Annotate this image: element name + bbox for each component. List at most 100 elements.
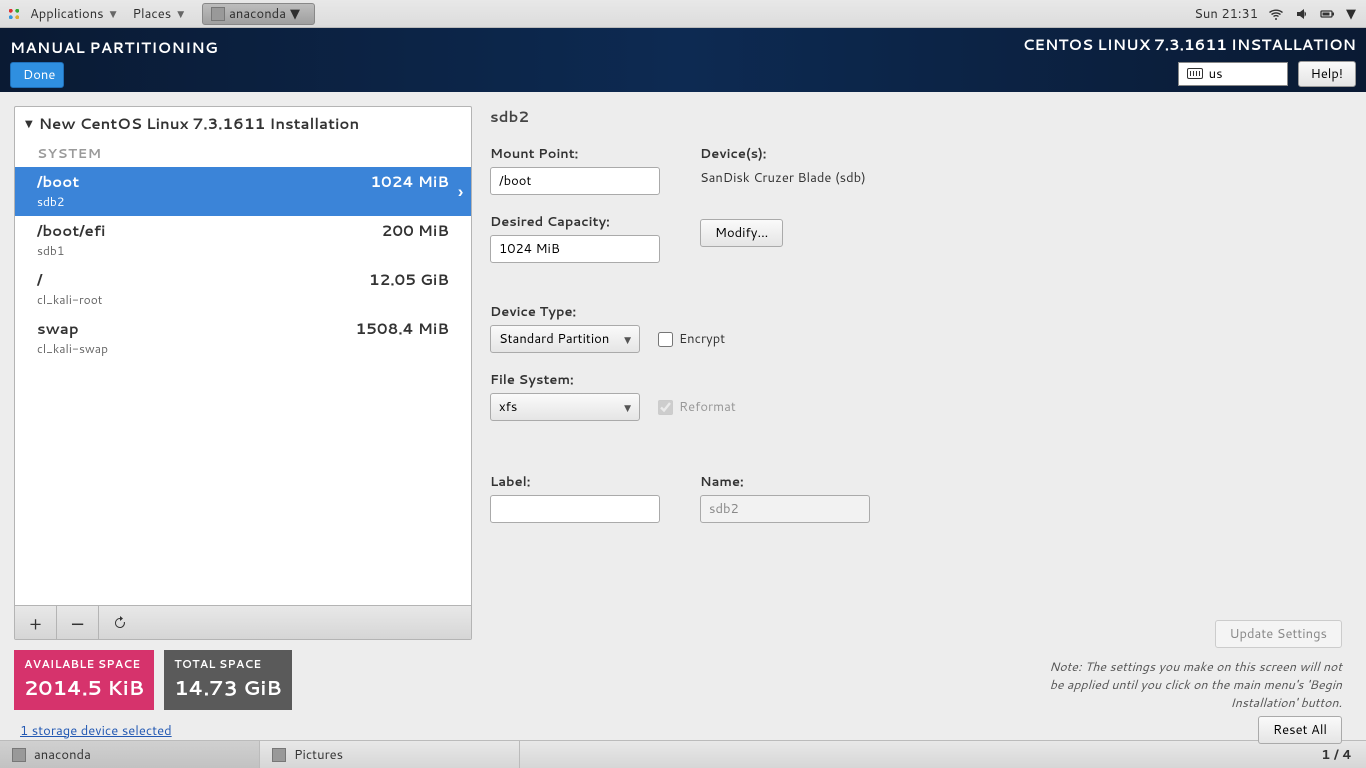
partition-detail-pane: sdb2 Mount Point: Desired Capacity: Devi…	[490, 106, 1352, 740]
partition-size: 1508.4 MiB	[355, 318, 449, 339]
install-title: CENTOS LINUX 7.3.1611 INSTALLATION	[1023, 34, 1356, 55]
clock[interactable]: Sun 21:31	[1194, 5, 1258, 23]
keyboard-icon	[1187, 68, 1203, 79]
reset-all-button[interactable]: Reset All	[1258, 716, 1342, 744]
volume-icon[interactable]	[1294, 6, 1310, 22]
partition-size: 12.05 GiB	[369, 269, 449, 290]
reformat-checkbox-input	[658, 400, 673, 415]
capacity-input[interactable]	[490, 235, 660, 263]
partition-mount: /boot	[37, 171, 79, 192]
applications-label: Applications	[30, 5, 104, 23]
device-type-label: Device Type:	[490, 303, 1346, 321]
mount-point-input[interactable]	[490, 167, 660, 195]
encrypt-label: Encrypt	[679, 330, 725, 348]
chevron-down-icon: ▼	[177, 7, 184, 20]
partition-device: sdb2	[37, 193, 449, 210]
modify-button[interactable]: Modify...	[700, 219, 783, 247]
done-button[interactable]: Done	[10, 62, 64, 88]
available-space-box: AVAILABLE SPACE 2014.5 KiB	[14, 650, 154, 710]
partition-size: 200 MiB	[382, 220, 449, 241]
partition-name-label: Name:	[700, 473, 870, 491]
add-partition-button[interactable]: +	[15, 606, 57, 639]
partition-toolbar: + −	[15, 605, 471, 639]
workspace-indicator[interactable]: 1 / 4	[1307, 746, 1366, 764]
space-summary: AVAILABLE SPACE 2014.5 KiB TOTAL SPACE 1…	[14, 650, 472, 710]
taskbar-label: anaconda	[34, 746, 91, 764]
taskbar-item-pictures[interactable]: Pictures	[260, 741, 520, 768]
partition-left-column: ▼ New CentOS Linux 7.3.1611 Installation…	[14, 106, 472, 740]
partition-row[interactable]: swap 1508.4 MiBcl_kali-swap	[15, 314, 471, 363]
active-app-menu[interactable]: anaconda ▼	[202, 3, 315, 25]
total-space-box: TOTAL SPACE 14.73 GiB	[164, 650, 292, 710]
keyboard-layout-selector[interactable]: us	[1178, 62, 1288, 86]
available-space-value: 2014.5 KiB	[24, 674, 144, 702]
partition-row[interactable]: /boot/efi 200 MiBsdb1	[15, 216, 471, 265]
keyboard-layout-label: us	[1209, 65, 1223, 83]
chevron-down-icon: ▼	[624, 401, 631, 414]
main-content: ▼ New CentOS Linux 7.3.1611 Installation…	[0, 92, 1366, 740]
partition-label-label: Label:	[490, 473, 660, 491]
help-button[interactable]: Help!	[1298, 61, 1356, 87]
settings-note: Note: The settings you make on this scre…	[1042, 658, 1342, 712]
active-app-label: anaconda	[229, 5, 286, 23]
chevron-down-icon: ▼	[25, 117, 33, 131]
reformat-label: Reformat	[679, 398, 736, 416]
partition-mount: /	[37, 269, 42, 290]
reload-button[interactable]	[99, 606, 141, 639]
remove-partition-button[interactable]: −	[57, 606, 99, 639]
partition-device: sdb1	[37, 242, 449, 259]
partition-label-input[interactable]	[490, 495, 660, 523]
applications-menu[interactable]: Applications ▼	[22, 3, 125, 25]
partition-tree: ▼ New CentOS Linux 7.3.1611 Installation…	[14, 106, 472, 640]
chevron-down-icon[interactable]: ▼	[1346, 5, 1356, 23]
partition-device: cl_kali-swap	[37, 340, 449, 357]
partition-row[interactable]: / 12.05 GiBcl_kali-root	[15, 265, 471, 314]
filesystem-value: xfs	[499, 398, 517, 416]
tree-root-label: New CentOS Linux 7.3.1611 Installation	[39, 113, 359, 134]
taskbar-label: Pictures	[294, 746, 343, 764]
mount-point-label: Mount Point:	[490, 145, 660, 163]
filesystem-label: File System:	[490, 371, 1346, 389]
filesystem-select[interactable]: xfs ▼	[490, 393, 640, 421]
storage-devices-link[interactable]: 1 storage device selected	[20, 722, 472, 740]
app-icon	[211, 7, 225, 21]
window-icon	[272, 748, 286, 762]
chevron-right-icon: ›	[458, 180, 463, 203]
page-title: MANUAL PARTITIONING	[10, 37, 218, 58]
total-space-value: 14.73 GiB	[174, 674, 282, 702]
places-menu[interactable]: Places ▼	[125, 3, 193, 25]
encrypt-checkbox-input[interactable]	[658, 332, 673, 347]
gnome-top-panel: Applications ▼ Places ▼ anaconda ▼ Sun 2…	[0, 0, 1366, 28]
taskbar-item-anaconda[interactable]: anaconda	[0, 741, 260, 768]
tree-section-label: SYSTEM	[15, 140, 471, 167]
chevron-down-icon: ▼	[110, 7, 117, 20]
activities-icon[interactable]	[6, 6, 22, 22]
chevron-down-icon: ▼	[290, 5, 300, 23]
places-label: Places	[133, 5, 172, 23]
device-type-value: Standard Partition	[499, 330, 609, 348]
refresh-icon	[112, 615, 128, 631]
encrypt-checkbox[interactable]: Encrypt	[658, 330, 725, 348]
partition-device: cl_kali-root	[37, 291, 449, 308]
devices-label: Device(s):	[700, 145, 866, 163]
device-type-select[interactable]: Standard Partition ▼	[490, 325, 640, 353]
detail-title: sdb2	[490, 106, 1346, 127]
partition-mount: /boot/efi	[37, 220, 105, 241]
capacity-label: Desired Capacity:	[490, 213, 660, 231]
anaconda-header: MANUAL PARTITIONING Done CENTOS LINUX 7.…	[0, 28, 1366, 92]
available-space-label: AVAILABLE SPACE	[24, 656, 144, 672]
partition-row[interactable]: /boot 1024 MiBsdb2 ›	[15, 167, 471, 216]
gnome-bottom-panel: anaconda Pictures 1 / 4	[0, 740, 1366, 768]
system-tray: Sun 21:31 ▼	[1194, 5, 1360, 23]
tree-root[interactable]: ▼ New CentOS Linux 7.3.1611 Installation	[15, 107, 471, 140]
total-space-label: TOTAL SPACE	[174, 656, 282, 672]
wifi-icon[interactable]	[1268, 6, 1284, 22]
partition-name-input	[700, 495, 870, 523]
partition-size: 1024 MiB	[370, 171, 449, 192]
battery-icon[interactable]	[1320, 6, 1336, 22]
chevron-down-icon: ▼	[624, 333, 631, 346]
devices-value: SanDisk Cruzer Blade (sdb)	[700, 169, 866, 187]
window-icon	[12, 748, 26, 762]
update-settings-button[interactable]: Update Settings	[1215, 620, 1343, 648]
partition-mount: swap	[37, 318, 79, 339]
